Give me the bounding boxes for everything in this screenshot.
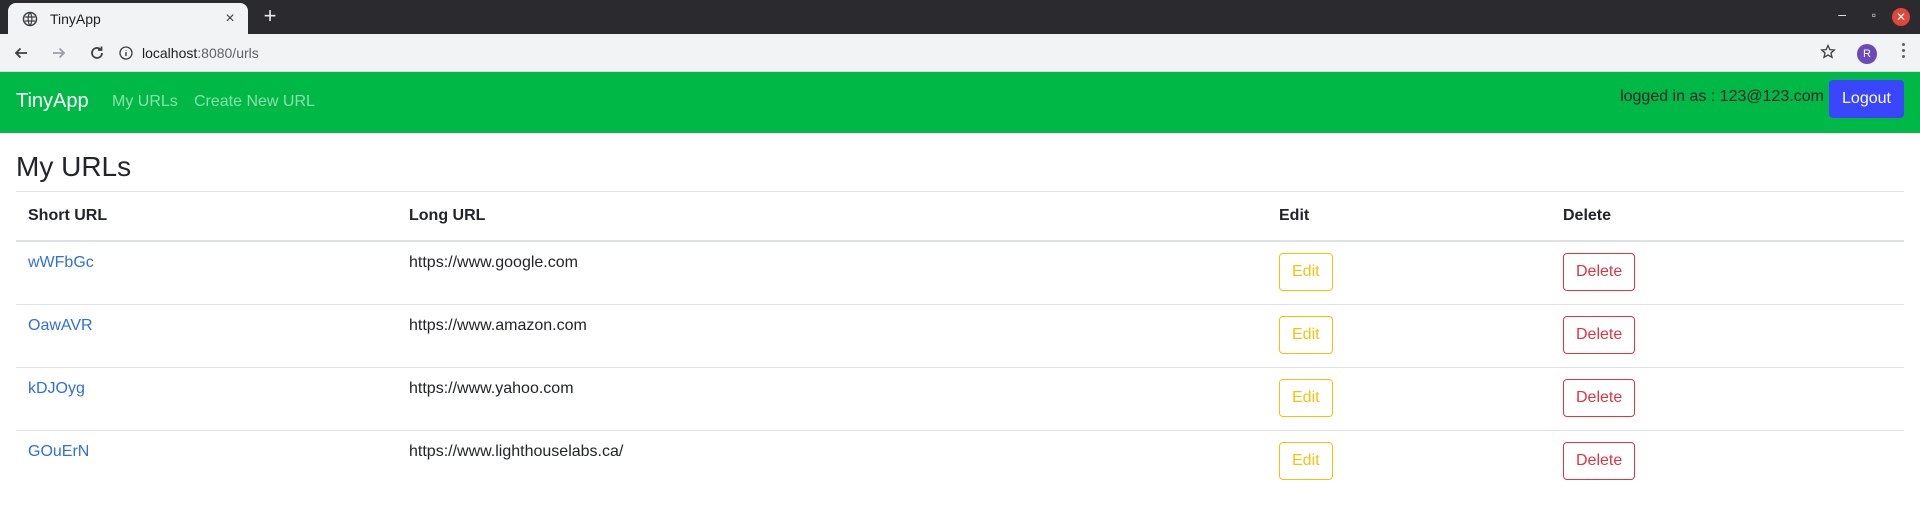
long-url-cell: https://www.google.com	[397, 240, 1267, 304]
long-url-cell: https://www.lighthouselabs.ca/	[397, 429, 1267, 493]
browser-tab-strip: TinyApp × + – ▫ ✕	[0, 0, 1920, 34]
delete-button[interactable]: Delete	[1563, 441, 1636, 480]
short-url-link[interactable]: kDJOyg	[28, 380, 85, 397]
edit-cell: Edit	[1267, 240, 1551, 304]
header-edit: Edit	[1267, 191, 1551, 242]
edit-cell: Edit	[1267, 429, 1551, 493]
delete-cell: Delete	[1551, 366, 1904, 430]
logged-in-status: logged in as : 123@123.com	[1620, 88, 1824, 105]
header-short-url: Short URL	[16, 191, 397, 242]
browser-menu-icon[interactable]	[1900, 43, 1906, 61]
delete-cell: Delete	[1551, 303, 1904, 367]
nav-my-urls[interactable]: My URLs	[112, 93, 178, 111]
browser-toolbar: localhost:8080/urls R	[0, 34, 1920, 72]
close-tab-icon[interactable]: ×	[222, 10, 238, 27]
edit-button[interactable]: Edit	[1279, 441, 1333, 480]
table-row: OawAVR https://www.amazon.com Edit Delet…	[16, 303, 1904, 367]
edit-cell: Edit	[1267, 303, 1551, 367]
edit-button[interactable]: Edit	[1279, 315, 1333, 354]
long-url-cell: https://www.yahoo.com	[397, 366, 1267, 430]
short-url-cell: wWFbGc	[16, 240, 397, 304]
forward-icon[interactable]	[44, 38, 74, 68]
header-delete: Delete	[1551, 191, 1904, 242]
header-long-url: Long URL	[397, 191, 1267, 242]
delete-cell: Delete	[1551, 429, 1904, 493]
short-url-cell: kDJOyg	[16, 366, 397, 430]
url-host: localhost	[142, 45, 198, 61]
back-icon[interactable]	[6, 38, 36, 68]
logout-button[interactable]: Logout	[1829, 80, 1904, 118]
table-row: kDJOyg https://www.yahoo.com Edit Delete	[16, 366, 1904, 430]
profile-avatar[interactable]: R	[1857, 44, 1877, 64]
bookmark-star-icon[interactable]	[1820, 43, 1836, 65]
short-url-link[interactable]: GOuErN	[28, 443, 89, 460]
close-window-icon[interactable]: ✕	[1892, 8, 1910, 26]
page-title: My URLs	[16, 151, 132, 182]
url-path: :8080/urls	[197, 45, 259, 61]
delete-button[interactable]: Delete	[1563, 253, 1636, 291]
table-header-row: Short URL Long URL Edit Delete	[16, 191, 1904, 242]
short-url-cell: GOuErN	[16, 429, 397, 493]
browser-tab[interactable]: TinyApp ×	[8, 3, 248, 34]
app-navbar: TinyApp My URLs Create New URL logged in…	[0, 72, 1920, 133]
short-url-cell: OawAVR	[16, 303, 397, 367]
short-url-link[interactable]: OawAVR	[28, 317, 93, 334]
table-row: GOuErN https://www.lighthouselabs.ca/ Ed…	[16, 429, 1904, 493]
delete-button[interactable]: Delete	[1563, 378, 1636, 417]
reload-icon[interactable]	[82, 38, 112, 68]
edit-button[interactable]: Edit	[1279, 378, 1333, 417]
short-url-link[interactable]: wWFbGc	[28, 254, 94, 271]
site-info-icon[interactable]	[118, 45, 134, 61]
urls-table: Short URL Long URL Edit Delete wWFbGc ht…	[16, 191, 1904, 493]
table-row: wWFbGc https://www.google.com Edit Delet…	[16, 240, 1904, 304]
restore-window-icon[interactable]: ▫	[1872, 8, 1876, 22]
globe-icon	[22, 11, 38, 27]
edit-button[interactable]: Edit	[1279, 253, 1333, 291]
address-bar[interactable]: localhost:8080/urls	[110, 38, 1832, 68]
url-text: localhost:8080/urls	[142, 45, 259, 61]
tab-title: TinyApp	[50, 10, 101, 27]
edit-cell: Edit	[1267, 366, 1551, 430]
nav-create-new-url[interactable]: Create New URL	[194, 93, 315, 111]
brand-link[interactable]: TinyApp	[16, 90, 89, 113]
main-content: My URLs Short URL Long URL Edit Delete w…	[16, 133, 1904, 493]
delete-cell: Delete	[1551, 240, 1904, 304]
minimize-window-icon[interactable]: –	[1838, 6, 1846, 22]
long-url-cell: https://www.amazon.com	[397, 303, 1267, 367]
delete-button[interactable]: Delete	[1563, 315, 1636, 354]
new-tab-button[interactable]: +	[259, 5, 281, 27]
